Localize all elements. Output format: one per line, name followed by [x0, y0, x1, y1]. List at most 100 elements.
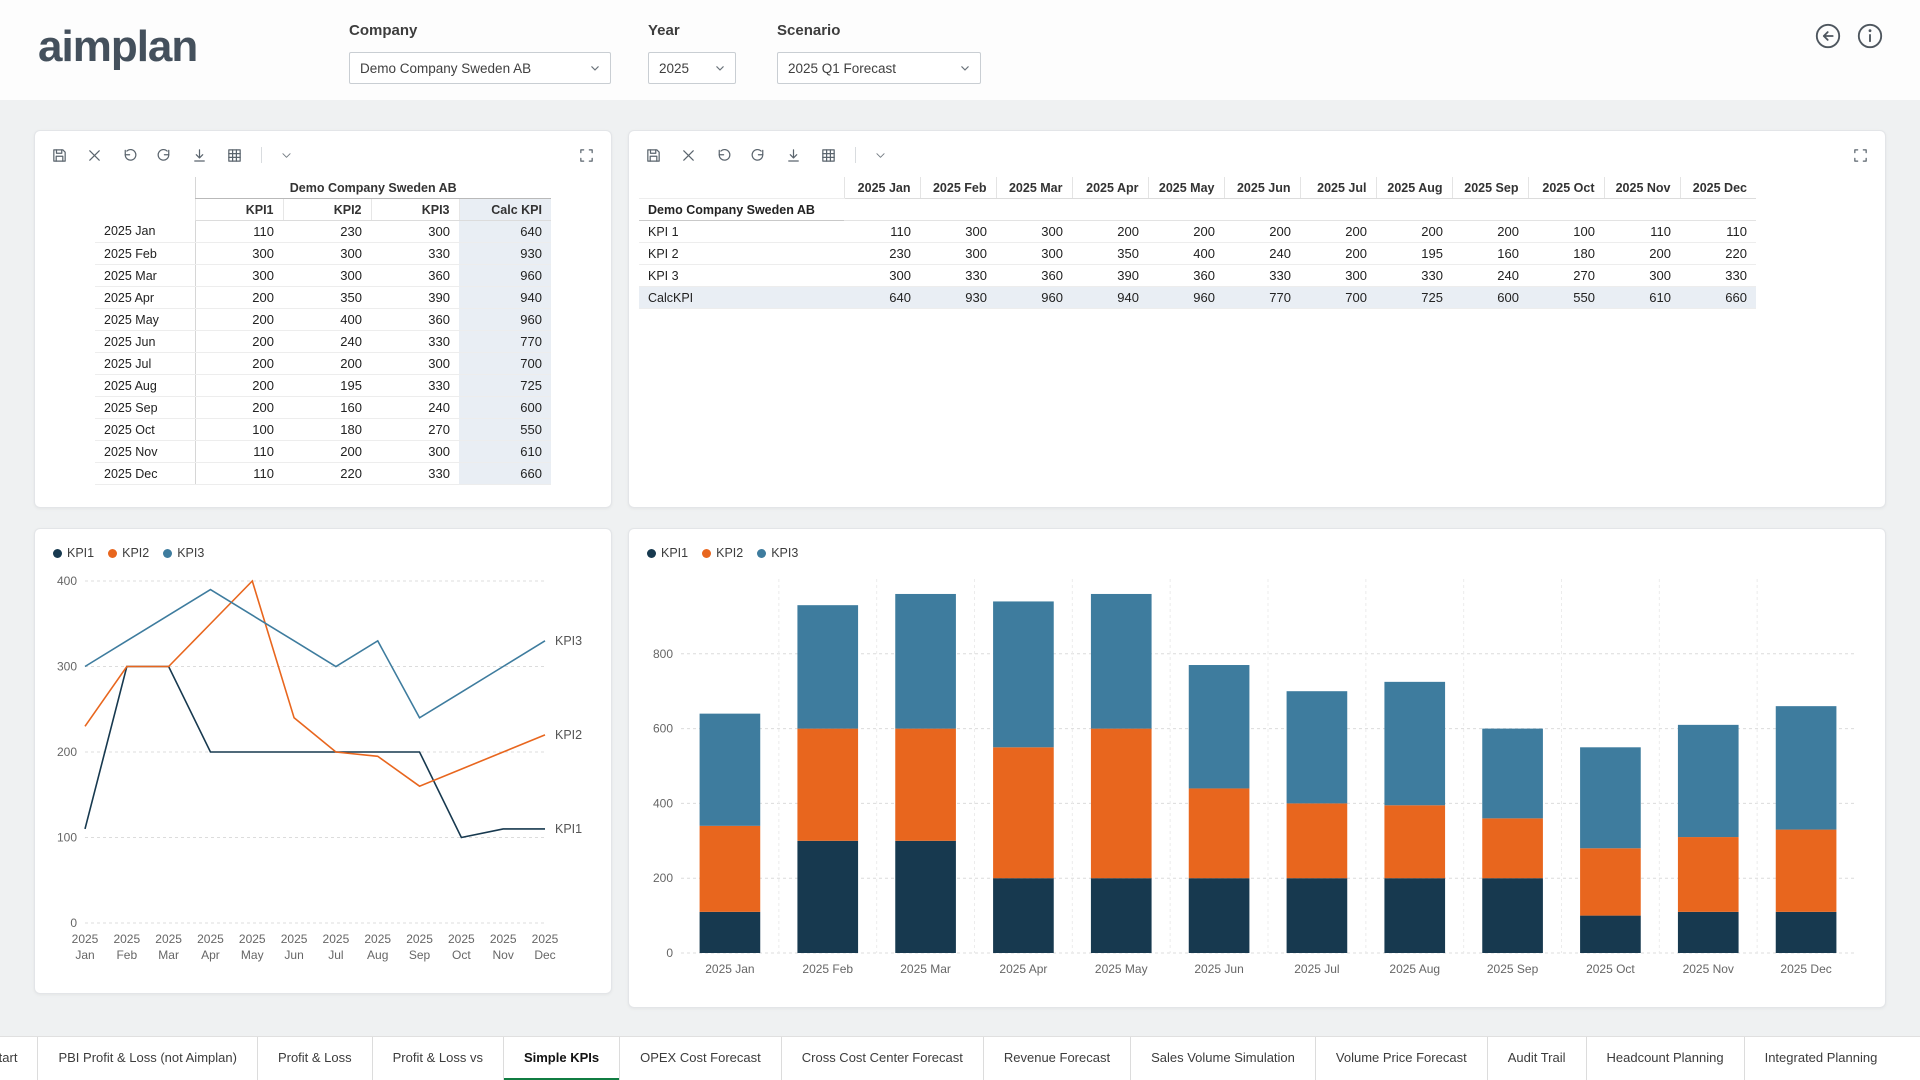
cell-value[interactable]: 200	[283, 353, 371, 375]
bar-segment-kpi3[interactable]	[1287, 691, 1348, 803]
company-dropdown[interactable]: Demo Company Sweden AB	[349, 52, 611, 84]
bar-segment-kpi2[interactable]	[1287, 803, 1348, 878]
cell-value[interactable]: 195	[283, 375, 371, 397]
back-icon[interactable]	[1814, 22, 1842, 50]
undo-icon[interactable]	[121, 147, 138, 164]
cell-value[interactable]: 360	[996, 265, 1072, 287]
cell-value[interactable]: 390	[371, 287, 459, 309]
redo-icon[interactable]	[750, 147, 767, 164]
bar-segment-kpi2[interactable]	[1678, 837, 1739, 912]
cell-value[interactable]: 200	[195, 309, 283, 331]
cell-value[interactable]: 200	[283, 441, 371, 463]
cell-value[interactable]: 270	[371, 419, 459, 441]
cell-value[interactable]: 640	[459, 221, 551, 243]
redo-icon[interactable]	[156, 147, 173, 164]
download-icon[interactable]	[191, 147, 208, 164]
tab-simple-kpis[interactable]: Simple KPIs	[503, 1037, 619, 1080]
cell-value[interactable]: 200	[1072, 221, 1148, 243]
cell-value[interactable]: 550	[1528, 287, 1604, 309]
cell-value[interactable]: 110	[1604, 221, 1680, 243]
cell-value[interactable]: 180	[1528, 243, 1604, 265]
bar-segment-kpi2[interactable]	[993, 747, 1054, 878]
cell-value[interactable]: 300	[996, 243, 1072, 265]
cell-value[interactable]: 550	[459, 419, 551, 441]
bar-segment-kpi1[interactable]	[1189, 878, 1250, 953]
undo-icon[interactable]	[715, 147, 732, 164]
cell-value[interactable]: 960	[1148, 287, 1224, 309]
bar-segment-kpi2[interactable]	[895, 729, 956, 841]
bar-segment-kpi3[interactable]	[700, 714, 761, 826]
cell-value[interactable]: 350	[283, 287, 371, 309]
cell-value[interactable]: 600	[1452, 287, 1528, 309]
cell-value[interactable]: 100	[1528, 221, 1604, 243]
save-icon[interactable]	[645, 147, 662, 164]
cell-value[interactable]: 770	[1224, 287, 1300, 309]
cell-value[interactable]: 930	[920, 287, 996, 309]
tab-sales-volume-simulation[interactable]: Sales Volume Simulation	[1130, 1037, 1315, 1080]
bar-segment-kpi3[interactable]	[797, 605, 858, 728]
cell-value[interactable]: 640	[844, 287, 920, 309]
cell-value[interactable]: 110	[844, 221, 920, 243]
cell-value[interactable]: 330	[920, 265, 996, 287]
cell-value[interactable]: 330	[1376, 265, 1452, 287]
bar-segment-kpi2[interactable]	[1384, 805, 1445, 878]
cell-value[interactable]: 360	[371, 265, 459, 287]
cell-value[interactable]: 200	[1300, 243, 1376, 265]
cell-value[interactable]: 330	[1680, 265, 1756, 287]
cell-value[interactable]: 300	[283, 243, 371, 265]
bar-segment-kpi3[interactable]	[895, 594, 956, 729]
bar-segment-kpi2[interactable]	[1091, 729, 1152, 879]
cell-value[interactable]: 360	[1148, 265, 1224, 287]
cell-value[interactable]: 240	[1224, 243, 1300, 265]
legend-item[interactable]: KPI1	[53, 546, 94, 560]
cell-value[interactable]: 300	[1300, 265, 1376, 287]
cell-value[interactable]: 110	[1680, 221, 1756, 243]
expand-icon[interactable]	[1852, 147, 1869, 164]
cell-value[interactable]: 700	[459, 353, 551, 375]
legend-item[interactable]: KPI1	[647, 546, 688, 560]
cell-value[interactable]: 220	[283, 463, 371, 485]
cell-value[interactable]: 330	[371, 463, 459, 485]
grid-icon[interactable]	[820, 147, 837, 164]
bar-segment-kpi3[interactable]	[1482, 729, 1543, 819]
cell-value[interactable]: 200	[195, 397, 283, 419]
cell-value[interactable]: 350	[1072, 243, 1148, 265]
cell-value[interactable]: 300	[371, 353, 459, 375]
cell-value[interactable]: 770	[459, 331, 551, 353]
cell-value[interactable]: 220	[1680, 243, 1756, 265]
cell-value[interactable]: 930	[459, 243, 551, 265]
legend-item[interactable]: KPI3	[757, 546, 798, 560]
cell-value[interactable]: 940	[1072, 287, 1148, 309]
cell-value[interactable]: 330	[371, 375, 459, 397]
tab-profit-loss[interactable]: Profit & Loss	[257, 1037, 372, 1080]
grid-icon[interactable]	[226, 147, 243, 164]
cell-value[interactable]: 300	[371, 221, 459, 243]
cell-value[interactable]: 300	[920, 221, 996, 243]
cell-value[interactable]: 200	[1376, 221, 1452, 243]
tab-pbi-profit-loss-not-aimplan[interactable]: PBI Profit & Loss (not Aimplan)	[37, 1037, 256, 1080]
cell-value[interactable]: 300	[283, 265, 371, 287]
bar-segment-kpi1[interactable]	[1482, 878, 1543, 953]
legend-item[interactable]: KPI3	[163, 546, 204, 560]
bar-segment-kpi1[interactable]	[1580, 916, 1641, 953]
tab-opex-cost-forecast[interactable]: OPEX Cost Forecast	[619, 1037, 781, 1080]
download-icon[interactable]	[785, 147, 802, 164]
save-icon[interactable]	[51, 147, 68, 164]
cell-value[interactable]: 610	[1604, 287, 1680, 309]
cell-value[interactable]: 330	[371, 331, 459, 353]
cell-value[interactable]: 200	[195, 353, 283, 375]
tab-audit-trail[interactable]: Audit Trail	[1487, 1037, 1586, 1080]
tab-headcount-planning[interactable]: Headcount Planning	[1586, 1037, 1744, 1080]
cell-value[interactable]: 110	[195, 441, 283, 463]
legend-item[interactable]: KPI2	[108, 546, 149, 560]
bar-segment-kpi2[interactable]	[1482, 818, 1543, 878]
bar-segment-kpi2[interactable]	[1776, 830, 1837, 912]
bar-segment-kpi2[interactable]	[1580, 848, 1641, 915]
bar-segment-kpi1[interactable]	[1776, 912, 1837, 953]
scenario-dropdown[interactable]: 2025 Q1 Forecast	[777, 52, 981, 84]
cell-value[interactable]: 180	[283, 419, 371, 441]
tab-cross-cost-center-forecast[interactable]: Cross Cost Center Forecast	[781, 1037, 983, 1080]
cell-value[interactable]: 960	[459, 309, 551, 331]
bar-segment-kpi1[interactable]	[797, 841, 858, 953]
cell-value[interactable]: 300	[195, 265, 283, 287]
